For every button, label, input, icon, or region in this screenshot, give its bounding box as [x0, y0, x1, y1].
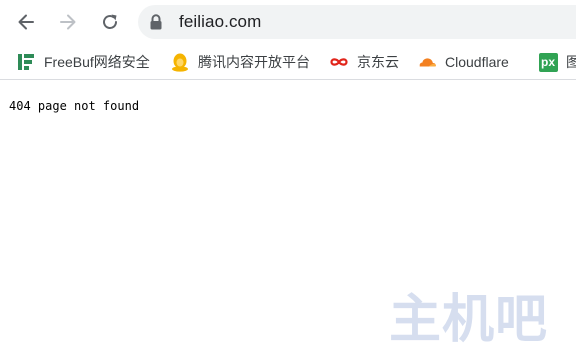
browser-window: feiliao.com FreeBuf网络安全 腾讯内容开放平台 京东云 Clo…	[0, 0, 576, 356]
browser-toolbar: feiliao.com	[0, 0, 576, 44]
bookmark-px[interactable]: px 图	[538, 51, 576, 73]
bookmark-label: Cloudflare	[445, 54, 509, 70]
lock-icon[interactable]	[149, 14, 163, 30]
tencent-penguin-icon	[170, 52, 190, 72]
px-icon-text: px	[538, 52, 558, 72]
bookmarks-bar: FreeBuf网络安全 腾讯内容开放平台 京东云 Cloudflare px	[0, 44, 576, 80]
forward-button[interactable]	[53, 7, 83, 37]
bookmark-cloudflare[interactable]: Cloudflare	[417, 51, 509, 73]
bookmark-jdcloud[interactable]: 京东云	[329, 51, 399, 73]
watermark-text: 主机吧	[389, 289, 549, 350]
page-content: 404 page not found 主机吧	[0, 80, 576, 356]
jdcloud-icon	[329, 52, 349, 72]
address-bar[interactable]: feiliao.com	[138, 5, 576, 39]
arrow-right-icon	[60, 14, 76, 30]
reload-icon	[103, 14, 117, 29]
px-icon: px	[538, 52, 558, 72]
arrow-left-icon	[18, 14, 34, 30]
url-text[interactable]: feiliao.com	[179, 11, 261, 33]
reload-button[interactable]	[95, 7, 125, 37]
back-button[interactable]	[11, 7, 41, 37]
freebuf-icon	[16, 52, 36, 72]
bookmark-tencent[interactable]: 腾讯内容开放平台	[170, 51, 310, 73]
bookmark-label: 京东云	[357, 54, 399, 70]
error-message: 404 page not found	[9, 99, 140, 113]
bookmark-label: FreeBuf网络安全	[44, 54, 150, 70]
bookmark-label: 腾讯内容开放平台	[198, 54, 310, 70]
cloudflare-icon	[417, 52, 437, 72]
bookmark-label: 图	[566, 52, 576, 72]
bookmark-freebuf[interactable]: FreeBuf网络安全	[16, 51, 150, 73]
